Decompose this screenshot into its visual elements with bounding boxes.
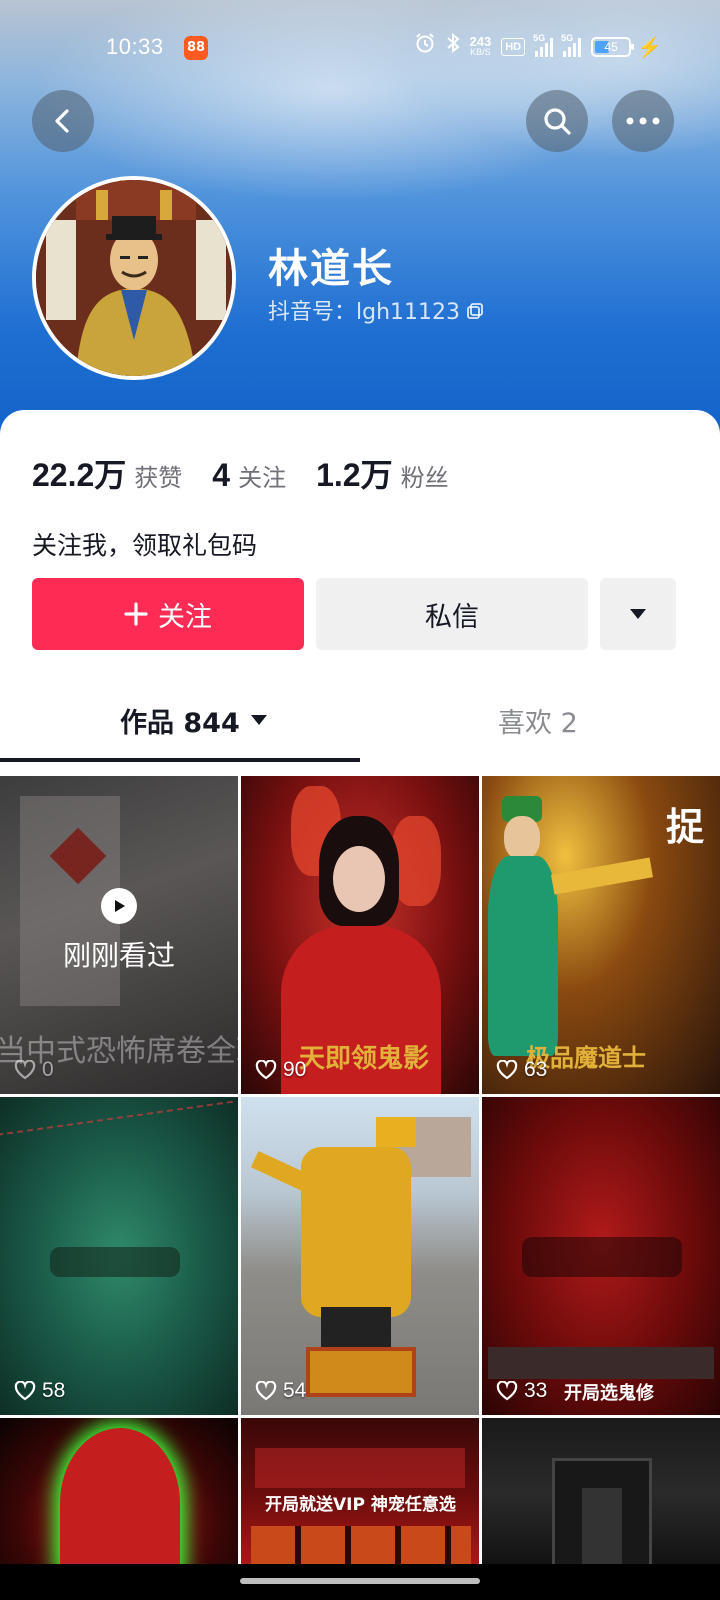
video-thumbnail[interactable]: 捉 极品魔道士 63 — [482, 776, 720, 1094]
status-time: 10:33 — [106, 34, 164, 59]
video-thumbnail[interactable]: 当中式恐怖席卷全球 刚刚看过 0 — [0, 776, 238, 1094]
signal-icon-2: 5G — [561, 33, 582, 57]
stat-likes[interactable]: 22.2万 获赞 — [32, 450, 182, 496]
caret-down-icon — [250, 715, 267, 725]
stat-value: 22.2万 — [32, 457, 127, 493]
video-thumbnail[interactable]: 开局就送VIP 神宠任意选 — [241, 1418, 479, 1568]
video-caption: 开局就送VIP 神宠任意选 — [265, 1495, 456, 1515]
recently-watched-overlay: 刚刚看过 — [0, 888, 238, 974]
heart-icon — [255, 1060, 277, 1080]
plus-icon — [124, 602, 148, 626]
like-count: 90 — [255, 1058, 306, 1082]
video-thumbnail[interactable] — [482, 1418, 720, 1568]
stat-label: 关注 — [238, 464, 287, 492]
stat-following[interactable]: 4 关注 — [212, 457, 286, 494]
heart-icon — [496, 1060, 518, 1080]
like-count: 63 — [496, 1058, 547, 1082]
heart-icon — [14, 1381, 36, 1401]
follow-label: 关注 — [158, 601, 212, 633]
like-count: 54 — [255, 1379, 306, 1403]
search-button[interactable] — [526, 90, 588, 152]
heart-icon — [14, 1060, 36, 1080]
video-caption: 天即领鬼影 — [299, 1044, 430, 1074]
play-icon — [101, 888, 137, 924]
message-label: 私信 — [425, 601, 479, 633]
stat-value: 4 — [212, 457, 231, 493]
heart-icon — [255, 1381, 277, 1401]
alarm-icon — [414, 32, 436, 63]
video-thumbnail[interactable] — [0, 1418, 238, 1568]
caret-down-icon — [630, 609, 646, 619]
like-count: 33 — [496, 1379, 547, 1403]
tab-likes-label: 喜欢 2 — [498, 707, 578, 739]
profile-nickname: 林道长 — [268, 246, 394, 292]
status-bar: 10:33 88 243 KB/S HD 5G 5G 45 ⚡ — [0, 28, 720, 68]
tab-likes[interactable]: 喜欢 2 — [498, 700, 578, 740]
video-thumbnail[interactable]: 58 — [0, 1097, 238, 1415]
stat-label: 粉丝 — [400, 464, 449, 492]
video-caption: 开局选鬼修 — [564, 1383, 654, 1404]
recently-watched-label: 刚刚看过 — [62, 939, 175, 972]
video-thumbnail[interactable]: 开局选鬼修 33 — [482, 1097, 720, 1415]
tab-active-indicator — [0, 758, 360, 762]
copy-icon[interactable] — [466, 301, 484, 319]
profile-bio: 关注我，领取礼包码 — [32, 531, 258, 560]
home-indicator-bar — [0, 1564, 720, 1600]
heart-icon — [496, 1381, 518, 1401]
profile-tabs: 作品 844 喜欢 2 — [0, 680, 720, 762]
avatar-illustration — [36, 180, 232, 376]
douyin-id-text: 抖音号：lgh11123 — [268, 300, 461, 325]
follow-button[interactable]: 关注 — [32, 578, 304, 650]
avatar[interactable] — [32, 176, 236, 380]
more-options-button[interactable] — [612, 90, 674, 152]
network-speed: 243 KB/S — [469, 34, 492, 57]
stats-row: 22.2万 获赞 4 关注 1.2万 粉丝 — [32, 450, 479, 496]
chevron-left-icon — [55, 109, 69, 133]
message-button[interactable]: 私信 — [316, 578, 588, 650]
stat-label: 获赞 — [134, 464, 183, 492]
douyin-id[interactable]: 抖音号：lgh11123 — [268, 294, 484, 326]
app-notification-icon: 88 — [184, 36, 208, 60]
like-count: 58 — [14, 1379, 65, 1403]
tab-works[interactable]: 作品 844 — [120, 700, 268, 740]
like-count: 0 — [14, 1058, 54, 1082]
signal-icon: 5G — [533, 33, 554, 57]
more-dots-icon — [626, 117, 660, 125]
hd-icon: HD — [501, 38, 526, 56]
charging-bolt-icon: ⚡ — [637, 36, 662, 59]
battery-icon: 45 — [591, 37, 635, 57]
tab-works-label: 作品 844 — [120, 707, 240, 739]
stat-followers[interactable]: 1.2万 粉丝 — [316, 450, 449, 496]
stat-value: 1.2万 — [316, 457, 393, 493]
bluetooth-icon — [446, 32, 460, 63]
action-buttons: 关注 私信 — [32, 578, 688, 650]
video-thumbnail[interactable]: 天即领鬼影 90 — [241, 776, 479, 1094]
recommend-dropdown-button[interactable] — [600, 578, 676, 650]
home-indicator[interactable] — [240, 1578, 480, 1584]
back-button[interactable] — [32, 90, 94, 152]
video-thumbnail[interactable]: 54 — [241, 1097, 479, 1415]
search-icon — [544, 108, 571, 135]
video-title-art: 捉 — [666, 805, 705, 849]
